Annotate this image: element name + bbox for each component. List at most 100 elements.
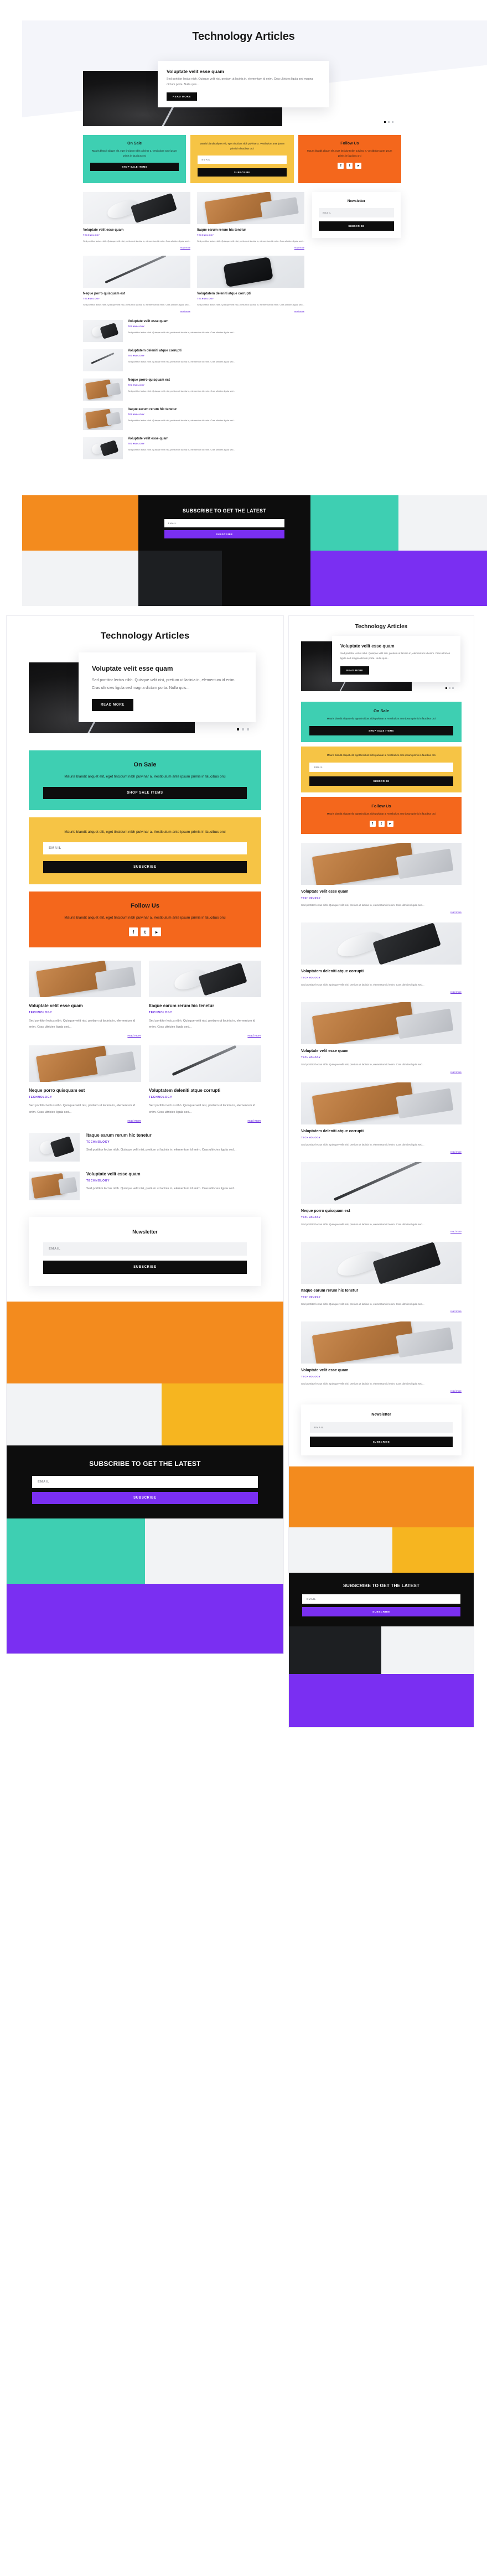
read-more-link[interactable]: read more (197, 310, 304, 313)
mosaic-headphones[interactable] (7, 1301, 283, 1383)
article-category[interactable]: TECHNOLOGY (197, 298, 304, 300)
article-card[interactable]: Itaque earum rerum hic tenetur TECHNOLOG… (149, 961, 261, 1038)
article-card[interactable]: Voluptatem deleniti atque corrupti TECHN… (301, 922, 462, 993)
article-category[interactable]: TECHNOLOGY (301, 976, 462, 979)
mosaic-laptop[interactable] (7, 1383, 162, 1445)
read-more-link[interactable]: read more (301, 911, 462, 914)
article-card[interactable]: Voluptatem deleniti atque corrupti TECHN… (301, 1082, 462, 1153)
article-card[interactable]: Voluptatem deleniti atque corrupti TECHN… (197, 255, 304, 313)
facebook-icon[interactable]: f (129, 927, 138, 936)
email-input[interactable]: EMAIL (319, 208, 394, 218)
youtube-icon[interactable]: ▸ (152, 927, 161, 936)
article-list-item[interactable]: Voluptate velit esse quam TECHNOLOGY Sed… (83, 319, 304, 342)
read-more-link[interactable]: read more (301, 1230, 462, 1233)
article-card[interactable]: Neque porro quisquam est TECHNOLOGY Sed … (301, 1162, 462, 1233)
article-card[interactable]: Voluptate velit esse quam TECHNOLOGY Sed… (301, 1002, 462, 1074)
email-input[interactable]: EMAIL (43, 1242, 247, 1256)
article-card[interactable]: Voluptatem deleniti atque corrupti TECHN… (149, 1045, 261, 1123)
article-card[interactable]: Neque porro quisquam est TECHNOLOGY Sed … (83, 255, 190, 313)
read-more-link[interactable]: read more (83, 310, 190, 313)
mosaic-game-controller[interactable] (398, 495, 487, 551)
article-category[interactable]: TECHNOLOGY (83, 234, 190, 236)
hero-read-more-button[interactable]: READ MORE (167, 92, 198, 101)
hero-read-more-button[interactable]: READ MORE (340, 666, 370, 675)
mosaic-laptop[interactable] (289, 1527, 393, 1573)
facebook-icon[interactable]: f (338, 163, 344, 169)
hero-slider[interactable]: Voluptate velit esse quam Sed porttitor … (301, 636, 462, 694)
twitter-icon[interactable]: t (378, 821, 385, 827)
read-more-link[interactable]: read more (301, 1071, 462, 1074)
article-category[interactable]: TECHNOLOGY (149, 1011, 261, 1014)
article-card[interactable]: Itaque earum rerum hic tenetur TECHNOLOG… (197, 192, 304, 249)
mosaic-camera-lens[interactable] (289, 1626, 381, 1675)
subscribe-button[interactable]: SUBSCRIBE (198, 168, 287, 177)
email-input[interactable]: EMAIL (302, 1594, 460, 1604)
slider-dots[interactable] (384, 121, 393, 123)
article-list-item[interactable]: Voluptate velit esse quam TECHNOLOGY Sed… (29, 1171, 261, 1200)
article-card[interactable]: Voluptate velit esse quam TECHNOLOGY Sed… (29, 961, 141, 1038)
read-more-link[interactable]: read more (149, 1119, 261, 1123)
hero-slider[interactable]: Voluptate velit esse quam Sed porttitor … (83, 61, 401, 127)
social-links[interactable]: f t ▸ (129, 927, 161, 936)
shop-sale-items-button[interactable]: SHOP SALE ITEMS (90, 163, 179, 172)
youtube-icon[interactable]: ▸ (355, 163, 362, 169)
article-category[interactable]: TECHNOLOGY (29, 1096, 141, 1099)
subscribe-button[interactable]: SUBSCRIBE (310, 1437, 453, 1448)
subscribe-button[interactable]: SUBSCRIBE (43, 861, 247, 873)
article-category[interactable]: TECHNOLOGY (301, 1056, 462, 1059)
twitter-icon[interactable]: t (141, 927, 149, 936)
article-list-item[interactable]: Itaque earum rerum hic tenetur TECHNOLOG… (29, 1132, 261, 1162)
email-input[interactable]: EMAIL (310, 1422, 453, 1433)
mosaic-laptop[interactable] (22, 551, 138, 606)
mosaic-camera-lens[interactable] (310, 495, 399, 551)
article-category[interactable]: TECHNOLOGY (29, 1011, 141, 1014)
mosaic-action-camera[interactable] (138, 551, 222, 606)
article-category[interactable]: TECHNOLOGY (197, 234, 304, 236)
article-category[interactable]: TECHNOLOGY (128, 443, 235, 445)
article-category[interactable]: TECHNOLOGY (149, 1096, 261, 1099)
article-category[interactable]: TECHNOLOGY (301, 1375, 462, 1378)
mosaic-game-controller[interactable] (381, 1626, 474, 1675)
youtube-icon[interactable]: ▸ (387, 821, 393, 827)
read-more-link[interactable]: read more (301, 1310, 462, 1313)
mosaic-headphones[interactable] (22, 495, 138, 551)
article-category[interactable]: TECHNOLOGY (128, 355, 235, 357)
facebook-icon[interactable]: f (369, 821, 376, 827)
article-category[interactable]: TECHNOLOGY (128, 413, 235, 416)
email-input[interactable]: EMAIL (198, 156, 287, 164)
hero-read-more-button[interactable]: READ MORE (92, 699, 134, 712)
subscribe-button[interactable]: SUBSCRIBE (43, 1260, 247, 1274)
article-category[interactable]: TECHNOLOGY (301, 1295, 462, 1298)
email-input[interactable]: EMAIL (164, 519, 285, 528)
subscribe-button[interactable]: SUBSCRIBE (164, 530, 285, 539)
article-list-item[interactable]: Voluptatem deleniti atque corrupti TECHN… (83, 349, 304, 371)
shop-sale-items-button[interactable]: SHOP SALE ITEMS (43, 787, 247, 799)
subscribe-button[interactable]: SUBSCRIBE (319, 221, 394, 231)
article-category[interactable]: TECHNOLOGY (301, 1216, 462, 1219)
mosaic-drone[interactable] (310, 551, 487, 606)
article-card[interactable]: Voluptate velit esse quam TECHNOLOGY Sed… (301, 842, 462, 914)
mosaic-drone[interactable] (289, 1674, 474, 1728)
shop-sale-items-button[interactable]: SHOP SALE ITEMS (309, 725, 453, 735)
social-links[interactable]: f t ▸ (338, 163, 362, 169)
article-category[interactable]: TECHNOLOGY (301, 896, 462, 899)
subscribe-button[interactable]: SUBSCRIBE (309, 776, 453, 786)
article-category[interactable]: TECHNOLOGY (86, 1179, 236, 1183)
article-category[interactable]: TECHNOLOGY (128, 384, 235, 386)
mosaic-action-camera[interactable] (162, 1383, 283, 1445)
read-more-link[interactable]: read more (29, 1119, 141, 1123)
slider-dots[interactable] (237, 728, 249, 730)
read-more-link[interactable]: read more (301, 991, 462, 993)
article-card[interactable]: Voluptate velit esse quam TECHNOLOGY Sed… (301, 1321, 462, 1392)
slider-dots[interactable] (445, 687, 454, 689)
mosaic-game-controller[interactable] (145, 1518, 283, 1584)
mosaic-headphones[interactable] (289, 1466, 474, 1528)
article-card[interactable]: Itaque earum rerum hic tenetur TECHNOLOG… (301, 1241, 462, 1313)
twitter-icon[interactable]: t (346, 163, 353, 169)
read-more-link[interactable]: read more (301, 1150, 462, 1153)
article-card[interactable]: Neque porro quisquam est TECHNOLOGY Sed … (29, 1045, 141, 1123)
read-more-link[interactable]: read more (197, 246, 304, 249)
article-card[interactable]: Voluptate velit esse quam TECHNOLOGY Sed… (83, 192, 190, 249)
read-more-link[interactable]: read more (301, 1390, 462, 1392)
subscribe-button[interactable]: SUBSCRIBE (32, 1491, 258, 1504)
